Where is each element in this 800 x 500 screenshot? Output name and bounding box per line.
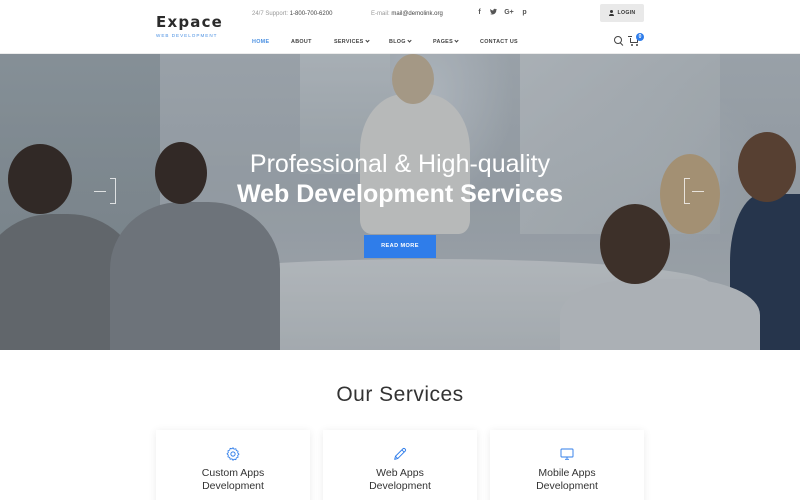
chevron-down-icon: [407, 37, 412, 43]
chevron-down-icon: [454, 37, 459, 43]
service-card-line1: Custom Apps: [201, 467, 265, 479]
google-plus-icon[interactable]: G+: [504, 8, 514, 19]
service-card-custom-apps[interactable]: Custom Apps Development: [156, 430, 310, 500]
login-label: LOGIN: [617, 10, 636, 16]
search-icon[interactable]: [614, 36, 624, 46]
support-phone[interactable]: 1-800-700-6200: [290, 11, 333, 17]
chevron-down-icon: [364, 37, 370, 43]
service-card-line2: Development: [202, 480, 264, 492]
service-card-line1: Mobile Apps: [538, 467, 596, 479]
login-button[interactable]: LOGIN: [600, 4, 644, 22]
arrow-line: [692, 191, 704, 192]
user-icon: [609, 10, 615, 16]
service-card-label: Custom Apps Development: [156, 467, 310, 493]
cart-count-badge: 0: [636, 33, 644, 41]
nav-item-pages-label: PAGES: [433, 39, 453, 45]
nav-item-services[interactable]: SERVICES: [334, 37, 370, 46]
service-card-web-apps[interactable]: Web Apps Development: [323, 430, 477, 500]
arrow-bracket: [684, 178, 690, 204]
nav-item-blog-label: BLOG: [389, 39, 406, 45]
service-card-label: Mobile Apps Development: [490, 467, 644, 493]
monitor-icon: [560, 448, 574, 460]
service-card-line2: Development: [536, 480, 598, 492]
hero-slider: Professional & High-quality Web Developm…: [0, 54, 800, 350]
nav-item-services-label: SERVICES: [334, 39, 364, 45]
hero-title: Professional & High-quality: [249, 150, 551, 178]
slider-prev-arrow-icon[interactable]: [92, 178, 116, 204]
main-nav: HOME ABOUT SERVICES BLOG PAGES CONTACT U…: [0, 37, 800, 46]
cart-wheel: [636, 44, 638, 46]
read-more-button[interactable]: READ MORE: [364, 235, 436, 258]
nav-item-pages[interactable]: PAGES: [433, 37, 459, 46]
service-card-mobile-apps[interactable]: Mobile Apps Development: [490, 430, 644, 500]
cart-icon[interactable]: 0: [628, 33, 644, 47]
facebook-icon[interactable]: f: [476, 8, 483, 19]
twitter-icon[interactable]: [490, 8, 497, 19]
nav-item-home[interactable]: HOME: [252, 38, 269, 46]
pencil-icon: [394, 447, 407, 460]
nav-item-about[interactable]: ABOUT: [291, 38, 312, 46]
nav-item-contact[interactable]: CONTACT US: [480, 38, 518, 46]
slider-next-arrow-icon[interactable]: [684, 178, 708, 204]
cart-wheel: [631, 44, 633, 46]
service-card-line2: Development: [369, 480, 431, 492]
support-info: 24/7 Support: 1-800-700-6200: [252, 10, 332, 18]
email-info: E-mail: mail@demolink.org: [371, 10, 443, 18]
services-title: Our Services: [336, 383, 464, 406]
site-header: Expace WEB DEVELOPMENT 24/7 Support: 1-8…: [0, 0, 800, 54]
email-address[interactable]: mail@demolink.org: [391, 11, 442, 17]
pinterest-icon[interactable]: p: [521, 8, 528, 19]
logo-name: Expace: [156, 13, 224, 31]
arrow-bracket: [110, 178, 116, 204]
hero-subtitle: Web Development Services: [236, 180, 564, 208]
logo[interactable]: Expace WEB DEVELOPMENT: [156, 13, 224, 39]
arrow-line: [94, 191, 106, 192]
nav-item-blog[interactable]: BLOG: [389, 37, 412, 46]
service-card-label: Web Apps Development: [323, 467, 477, 493]
social-links: f G+ p: [476, 8, 528, 19]
service-card-line1: Web Apps: [376, 467, 424, 479]
support-label: 24/7 Support:: [252, 11, 289, 17]
email-label: E-mail:: [371, 11, 390, 17]
gear-icon: [226, 447, 240, 461]
